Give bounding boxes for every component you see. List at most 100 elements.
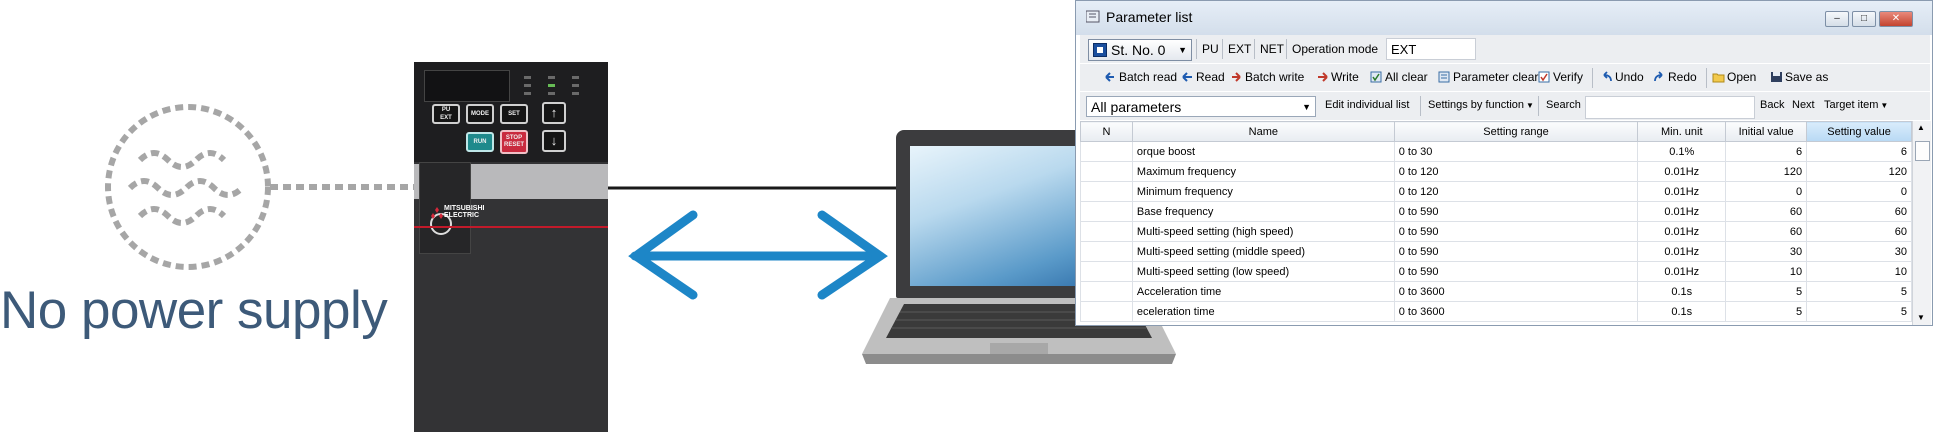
table-row[interactable]: Multi-speed setting (low speed) 0 to 590 0… [1080,261,1912,282]
verify-label: Verify [1553,70,1584,84]
table-row[interactable]: Multi-speed setting (high speed) 0 to 590… [1080,221,1912,242]
param-name-cell: eceleration time [1131,301,1395,322]
column-header-setting-range[interactable]: Setting range [1393,121,1639,142]
down-button[interactable]: ↓ [542,130,566,152]
initial-value-cell: 60 [1725,201,1808,222]
ext-mode-button[interactable]: EXT [1228,42,1251,56]
setting-value-cell[interactable]: 60 [1806,221,1912,242]
batch-write-button[interactable]: Batch write [1230,70,1304,84]
column-header-initial-value[interactable]: Initial value [1725,121,1808,142]
save-icon [1770,71,1783,83]
redo-label: Redo [1668,70,1697,84]
save-as-button[interactable]: Save as [1770,70,1828,84]
pu-mode-button[interactable]: PU [1202,42,1219,56]
undo-button[interactable]: Undo [1600,70,1644,84]
param-no-cell [1080,281,1133,302]
status-led [572,92,579,95]
setting-value-cell[interactable]: 5 [1806,281,1912,302]
table-row[interactable]: eceleration time 0 to 3600 0.1s 5 5 [1080,301,1912,322]
column-header-min-unit[interactable]: Min. unit [1637,121,1727,142]
param-name-cell: Base frequency [1131,201,1395,222]
param-name-cell: Maximum frequency [1131,161,1395,182]
setting-value-cell[interactable]: 60 [1806,201,1912,222]
setting-value-cell[interactable]: 30 [1806,241,1912,262]
column-header-no[interactable]: N [1080,121,1133,142]
setting-value-cell[interactable]: 5 [1806,301,1912,322]
scrollbar-thumb[interactable] [1915,141,1930,161]
setting-range-cell: 0 to 120 [1393,181,1639,202]
param-no-cell [1080,161,1133,182]
separator [1592,68,1593,88]
undo-icon [1600,71,1613,83]
settings-by-function-menu[interactable]: Settings by function ▼ [1428,99,1534,111]
batch-read-button[interactable]: Batch read [1104,70,1177,84]
table-row[interactable]: Multi-speed setting (middle speed) 0 to 5… [1080,241,1912,262]
parameter-filter-select[interactable]: All parameters ▼ [1086,96,1316,117]
table-row[interactable]: Base frequency 0 to 590 0.01Hz 60 60 [1080,201,1912,222]
setting-value-cell[interactable]: 0 [1806,181,1912,202]
up-button[interactable]: ↑ [542,102,566,124]
table-row[interactable]: Acceleration time 0 to 3600 0.1s 5 5 [1080,281,1912,302]
operation-mode-label: Operation mode [1292,42,1379,56]
open-button[interactable]: Open [1712,70,1756,84]
column-header-setting-value[interactable]: Setting value [1806,121,1912,142]
param-no-cell [1080,241,1133,262]
search-button[interactable]: Search [1546,99,1581,111]
table-row[interactable]: Maximum frequency 0 to 120 0.01Hz 120 120 [1080,161,1912,182]
verify-button[interactable]: Verify [1538,70,1583,84]
title-bar[interactable]: Parameter list – □ ✕ [1076,1,1932,35]
min-unit-cell: 0.01Hz [1637,181,1727,202]
setting-value-cell[interactable]: 10 [1806,261,1912,282]
status-led [572,76,579,79]
setting-value-cell[interactable]: 120 [1806,161,1912,182]
param-no-cell [1080,181,1133,202]
pu-ext-button[interactable]: PU EXT [432,104,460,124]
inverter-display [424,70,510,102]
separator [1538,96,1539,116]
param-name-cell: Multi-speed setting (high speed) [1131,221,1395,242]
setting-range-cell: 0 to 3600 [1393,281,1639,302]
mode-button[interactable]: MODE [466,104,494,124]
open-label: Open [1727,70,1757,84]
station-selector[interactable]: St. No. 0 ▼ [1088,39,1192,61]
edit-individual-list-button[interactable]: Edit individual list [1325,99,1409,111]
minimize-icon[interactable]: – [1825,11,1849,27]
set-button[interactable]: SET [500,104,528,124]
search-input[interactable] [1585,96,1755,119]
net-mode-button[interactable]: NET [1260,42,1284,56]
initial-value-cell: 6 [1725,141,1808,162]
table-row[interactable]: Minimum frequency 0 to 120 0.01Hz 0 0 [1080,181,1912,202]
settings-by-function-label: Settings by function [1428,99,1525,111]
min-unit-cell: 0.01Hz [1637,241,1727,262]
vertical-scrollbar[interactable]: ▲ ▼ [1912,121,1931,325]
target-item-menu[interactable]: Target item ▼ [1824,99,1888,111]
column-header-name[interactable]: Name [1131,121,1395,142]
back-button[interactable]: Back [1760,99,1784,111]
parameter-clear-button[interactable]: Parameter clear [1438,70,1538,84]
chevron-down-icon: ▼ [1302,102,1311,112]
scroll-up-icon[interactable]: ▲ [1917,123,1925,132]
read-button[interactable]: Read [1181,70,1225,84]
table-header-row: N Name Setting range Min. unit Initial v… [1080,121,1912,142]
brand-name: MITSUBISHI ELECTRIC [444,205,485,219]
close-icon[interactable]: ✕ [1879,11,1913,27]
run-button[interactable]: RUN [466,132,494,152]
setting-range-cell: 0 to 590 [1393,261,1639,282]
write-button[interactable]: Write [1316,70,1359,84]
chevron-down-icon: ▼ [1178,45,1187,55]
min-unit-cell: 0.01Hz [1637,261,1727,282]
min-unit-cell: 0.1% [1637,141,1727,162]
filter-toolbar: All parameters ▼ Edit individual list Se… [1080,92,1930,120]
initial-value-cell: 0 [1725,181,1808,202]
next-button[interactable]: Next [1792,99,1815,111]
stop-reset-button[interactable]: STOP RESET [500,130,528,154]
redo-button[interactable]: Redo [1653,70,1697,84]
table-row[interactable]: orque boost 0 to 30 0.1% 6 6 [1080,141,1912,162]
all-clear-button[interactable]: All clear [1370,70,1428,84]
scroll-down-icon[interactable]: ▼ [1917,313,1925,322]
setting-value-cell[interactable]: 6 [1806,141,1912,162]
setting-range-cell: 0 to 590 [1393,201,1639,222]
maximize-icon[interactable]: □ [1852,11,1876,27]
initial-value-cell: 10 [1725,261,1808,282]
all-clear-label: All clear [1385,70,1428,84]
